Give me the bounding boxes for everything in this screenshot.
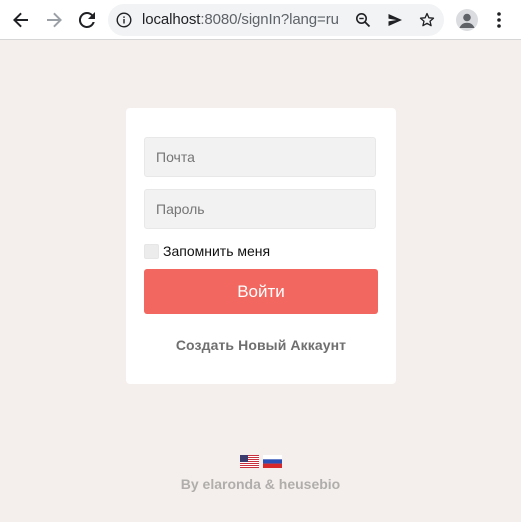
url-host: localhost xyxy=(142,11,201,28)
url-text[interactable]: localhost:8080/signIn?lang=ru xyxy=(142,12,339,28)
en-flag-icon[interactable] xyxy=(240,455,259,468)
language-switcher xyxy=(240,455,282,468)
login-card: Запомнить меня Войти Создать Новый Аккау… xyxy=(126,108,396,384)
password-field[interactable] xyxy=(144,189,376,229)
browser-toolbar: localhost:8080/signIn?lang=ru xyxy=(0,0,521,40)
create-account-link[interactable]: Создать Новый Аккаунт xyxy=(126,337,396,353)
back-arrow-icon[interactable] xyxy=(9,8,33,32)
star-icon[interactable] xyxy=(419,12,435,28)
ru-flag-icon[interactable] xyxy=(263,455,282,468)
reload-icon[interactable] xyxy=(75,8,99,32)
email-field[interactable] xyxy=(144,137,376,177)
send-icon[interactable] xyxy=(387,12,403,28)
zoom-icon[interactable] xyxy=(355,12,371,28)
remember-me-row[interactable]: Запомнить меня xyxy=(144,242,270,260)
remember-me-label[interactable]: Запомнить меня xyxy=(163,243,270,259)
info-icon[interactable] xyxy=(116,12,132,28)
profile-icon[interactable] xyxy=(456,9,478,31)
remember-me-checkbox[interactable] xyxy=(144,243,159,259)
url-path: :8080/signIn?lang=ru xyxy=(200,11,339,28)
footer-credit: By elaronda & heusebio xyxy=(180,476,341,492)
more-vert-icon[interactable] xyxy=(487,8,511,32)
forward-arrow-icon[interactable] xyxy=(42,8,66,32)
login-button[interactable]: Войти xyxy=(144,269,378,314)
address-bar[interactable]: localhost:8080/signIn?lang=ru xyxy=(108,4,444,36)
